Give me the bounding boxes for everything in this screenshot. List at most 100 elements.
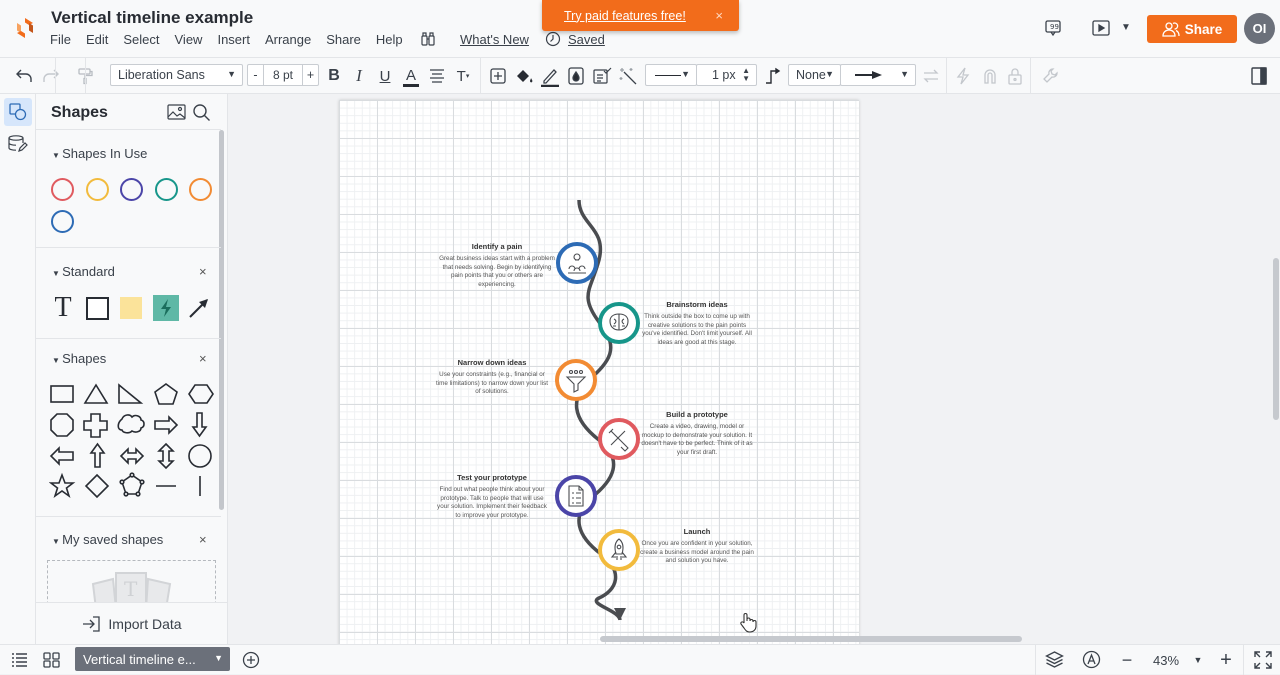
timeline-step-title[interactable]: Brainstorm ideas xyxy=(639,300,755,309)
stepper-arrows-icon[interactable]: ▲ ▼ xyxy=(742,67,750,83)
rectangle-shape[interactable] xyxy=(50,385,74,403)
comments-icon[interactable]: 99 xyxy=(1045,20,1061,37)
app-logo-icon[interactable] xyxy=(14,16,36,40)
cloud-shape[interactable] xyxy=(117,414,145,434)
section-shapes-in-use[interactable]: ▼ Shapes In Use xyxy=(52,146,147,161)
sticky-note-shape[interactable] xyxy=(118,295,144,321)
line-shape-elbow-icon[interactable] xyxy=(764,67,782,85)
menu-file[interactable]: File xyxy=(50,32,71,47)
timeline-step-description[interactable]: Once you are confident in your solution,… xyxy=(639,540,755,566)
timeline-step-description[interactable]: Think outside the box to come up with cr… xyxy=(639,313,755,347)
underline-button[interactable]: U xyxy=(378,66,392,86)
timeline-step-title[interactable]: Identify a pain xyxy=(439,242,555,251)
octagon-shape[interactable] xyxy=(50,413,74,437)
timeline-step-node[interactable] xyxy=(556,242,598,284)
circle-shape-in-use[interactable] xyxy=(51,210,74,233)
close-section-shapes-icon[interactable]: × xyxy=(199,351,207,366)
panel-scrollbar[interactable] xyxy=(219,130,224,510)
circle-shape-in-use[interactable] xyxy=(189,178,212,201)
present-icon[interactable] xyxy=(1092,20,1110,36)
close-section-standard-icon[interactable]: × xyxy=(199,264,207,279)
font-size-decrease-button[interactable]: - xyxy=(248,65,264,85)
lock-icon[interactable] xyxy=(1007,67,1023,85)
history-clock-icon[interactable] xyxy=(545,31,561,47)
triangle-shape[interactable] xyxy=(83,383,109,404)
menu-help[interactable]: Help xyxy=(376,32,403,47)
toggle-right-panel-icon[interactable] xyxy=(1251,67,1267,85)
timeline-step-title[interactable]: Narrow down ideas xyxy=(434,358,550,367)
wrench-icon[interactable] xyxy=(1042,67,1060,85)
menu-edit[interactable]: Edit xyxy=(86,32,108,47)
font-family-select[interactable]: Liberation Sans ▼ xyxy=(110,64,243,86)
document-title[interactable]: Vertical timeline example xyxy=(51,8,253,28)
timeline-step-description[interactable]: Use your constraints (e.g., financial or… xyxy=(434,371,550,397)
close-section-saved-icon[interactable]: × xyxy=(199,532,207,547)
fill-color-icon[interactable] xyxy=(514,67,534,85)
page-grid-icon[interactable] xyxy=(43,652,60,668)
redo-icon[interactable] xyxy=(42,68,60,84)
line-end-select[interactable]: ▼ xyxy=(840,64,916,86)
pentagon-shape[interactable] xyxy=(154,383,178,405)
zoom-dropdown-icon[interactable]: ▼ xyxy=(1193,649,1203,671)
polygon-shape[interactable] xyxy=(119,472,145,497)
bold-button[interactable]: B xyxy=(327,66,341,86)
timeline-step-node[interactable] xyxy=(598,529,640,571)
cross-shape[interactable] xyxy=(83,413,108,438)
layers-icon[interactable] xyxy=(1045,650,1064,669)
right-arrow-shape[interactable] xyxy=(154,415,179,435)
line-style-select[interactable]: ▼ xyxy=(645,64,697,86)
opacity-icon[interactable] xyxy=(568,67,584,85)
diagram-page[interactable]: Identify a pain Great business ideas star… xyxy=(339,100,859,644)
add-page-icon[interactable] xyxy=(242,651,260,669)
align-text-icon[interactable] xyxy=(429,69,445,83)
timeline-step-description[interactable]: Great business ideas start with a proble… xyxy=(439,255,555,289)
right-triangle-shape[interactable] xyxy=(118,383,144,404)
promo-close-icon[interactable]: × xyxy=(715,8,723,23)
user-avatar[interactable]: OI xyxy=(1244,13,1275,44)
section-standard[interactable]: ▼ Standard xyxy=(52,264,115,279)
fullscreen-icon[interactable] xyxy=(1254,651,1272,669)
timeline-step-title[interactable]: Build a prototype xyxy=(639,410,755,419)
try-paid-features-link[interactable]: Try paid features free! xyxy=(564,9,686,23)
swap-line-ends-icon[interactable] xyxy=(922,69,940,83)
magic-wand-icon[interactable] xyxy=(619,66,639,86)
shapes-tab-button[interactable] xyxy=(4,98,32,126)
text-options-icon[interactable]: T ▾ xyxy=(453,66,473,86)
page-tab-active[interactable]: Vertical timeline e... ▼ xyxy=(75,647,230,671)
line-color-icon[interactable] xyxy=(540,66,560,87)
saved-status-link[interactable]: Saved xyxy=(568,32,605,47)
vertical-scrollbar[interactable] xyxy=(1273,258,1279,420)
section-shapes[interactable]: ▼ Shapes xyxy=(52,351,106,366)
left-right-arrow-shape[interactable] xyxy=(119,447,145,465)
up-down-arrow-shape[interactable] xyxy=(157,442,175,470)
circle-shape[interactable] xyxy=(188,444,212,468)
magnet-icon[interactable] xyxy=(982,68,998,84)
font-size-increase-button[interactable]: + xyxy=(302,65,318,85)
diagram-canvas[interactable]: Identify a pain Great business ideas star… xyxy=(229,94,1280,644)
style-checklist-icon[interactable] xyxy=(593,66,612,85)
page-list-icon[interactable] xyxy=(11,652,28,668)
horizontal-scrollbar[interactable] xyxy=(600,636,1022,642)
up-arrow-shape[interactable] xyxy=(89,442,106,468)
accessibility-a-icon[interactable] xyxy=(1082,650,1101,669)
menu-arrange[interactable]: Arrange xyxy=(265,32,311,47)
timeline-step-node[interactable] xyxy=(598,302,640,344)
data-linking-icon[interactable] xyxy=(8,135,28,153)
rectangle-shape[interactable] xyxy=(84,295,110,321)
down-arrow-shape[interactable] xyxy=(191,412,208,438)
zoom-level[interactable]: 43% xyxy=(1150,649,1182,671)
line-width-stepper[interactable]: 1 px ▲ ▼ xyxy=(696,64,757,86)
circle-shape-in-use[interactable] xyxy=(154,178,178,201)
page-tab-dropdown-icon[interactable]: ▼ xyxy=(214,653,223,663)
timeline-step-title[interactable]: Launch xyxy=(639,527,755,536)
menu-view[interactable]: View xyxy=(175,32,203,47)
hexagon-shape[interactable] xyxy=(188,384,214,404)
search-icon[interactable] xyxy=(192,103,211,122)
circle-shape-in-use[interactable] xyxy=(120,178,143,201)
font-size-stepper[interactable]: - 8 pt + xyxy=(247,64,319,86)
circle-shape-in-use[interactable] xyxy=(51,178,74,201)
timeline-step-title[interactable]: Test your prototype xyxy=(434,473,550,482)
text-color-button[interactable]: A xyxy=(403,66,419,87)
share-button[interactable]: Share xyxy=(1147,15,1237,43)
timeline-step-description[interactable]: Find out what people think about your pr… xyxy=(434,486,550,520)
